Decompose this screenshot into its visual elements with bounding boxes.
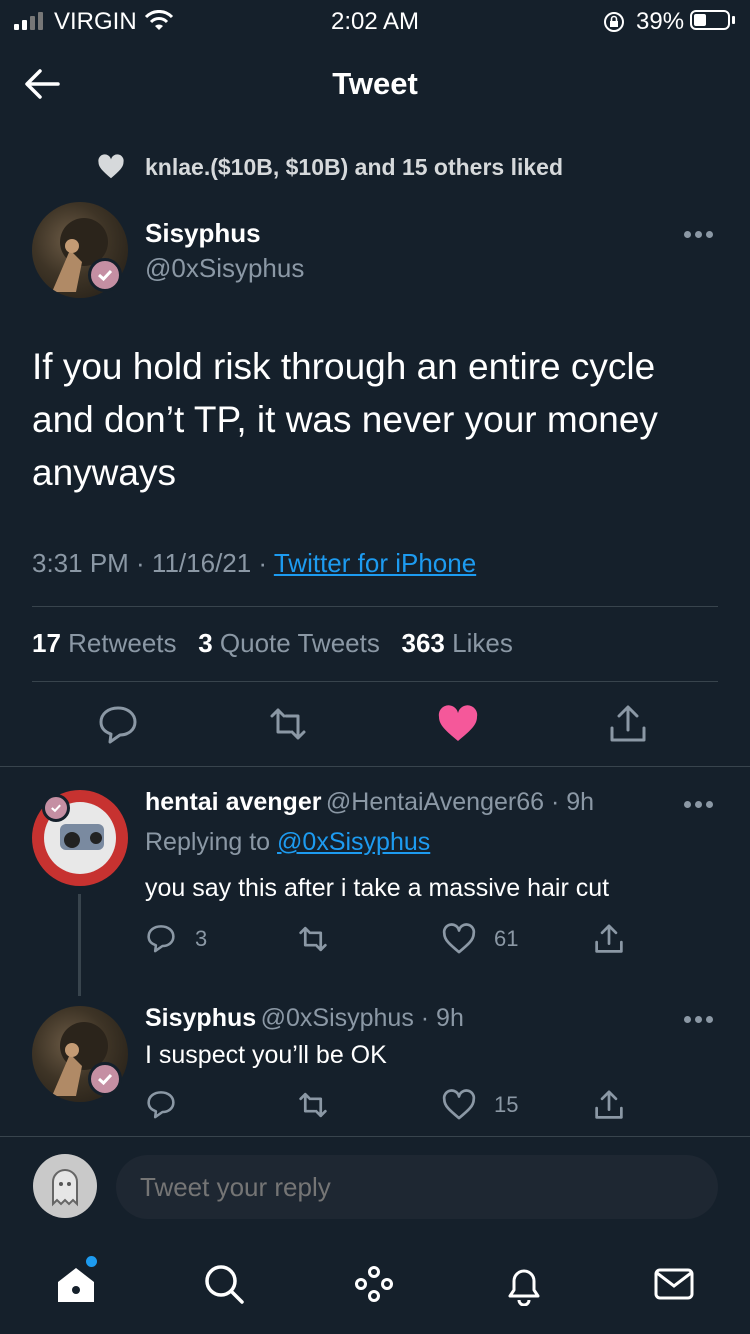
verified-badge [88, 258, 122, 292]
divider [0, 1136, 750, 1137]
battery-percent: 39% [636, 8, 685, 35]
reply-icon[interactable] [145, 1088, 177, 1120]
spaces-icon[interactable] [352, 1262, 396, 1306]
user-avatar[interactable] [33, 1154, 97, 1218]
unread-dot [86, 1256, 97, 1267]
like-count: 15 [494, 1092, 519, 1117]
verified-badge [42, 794, 70, 822]
like-icon[interactable] [442, 1088, 476, 1122]
thread-line [78, 894, 81, 996]
heart-icon [98, 154, 124, 179]
reply-author-name[interactable]: hentai avenger [145, 788, 321, 816]
tweet-meta: 3:31 PM · 11/16/21 · Twitter for iPhone [32, 548, 476, 579]
reply-header: hentai avenger @HentaiAvenger66 · 9h [145, 788, 594, 817]
home-icon[interactable] [54, 1262, 98, 1306]
verified-badge [88, 1062, 122, 1096]
like-count: 61 [494, 926, 519, 951]
social-context-text[interactable]: knlae.($10B, $10B) and 15 others liked [145, 154, 563, 181]
battery-icon [690, 10, 730, 30]
likes-stat[interactable]: 363 Likes [402, 628, 513, 658]
reply-author-meta[interactable]: @HentaiAvenger66 · 9h [326, 788, 594, 816]
reply-text: you say this after i take a massive hair… [145, 874, 610, 902]
tweet-timestamp: 3:31 PM · 11/16/21 · [32, 548, 274, 578]
divider [32, 681, 718, 682]
retweets-stat[interactable]: 17 Retweets [32, 628, 177, 658]
divider [32, 606, 718, 607]
tweet-stats: 17 Retweets 3 Quote Tweets 363 Likes [32, 628, 513, 659]
more-options-icon[interactable] [684, 1016, 714, 1024]
tweet-source-link[interactable]: Twitter for iPhone [274, 548, 476, 578]
retweet-icon[interactable] [296, 922, 330, 956]
ghost-avatar-art [52, 1169, 78, 1207]
messages-icon[interactable] [652, 1262, 696, 1306]
like-icon[interactable] [442, 922, 476, 956]
share-icon[interactable] [592, 922, 626, 956]
battery-nub [732, 16, 735, 24]
retweet-icon[interactable] [296, 1088, 330, 1122]
author-name[interactable]: Sisyphus [145, 218, 261, 249]
tweet-text: If you hold risk through an entire cycle… [32, 346, 658, 493]
share-icon[interactable] [592, 1088, 626, 1122]
reply-input[interactable] [116, 1155, 718, 1219]
more-options-icon[interactable] [684, 231, 714, 239]
page-title: Tweet [332, 66, 418, 101]
reply-author-name[interactable]: Sisyphus [145, 1004, 256, 1032]
reply-count: 3 [195, 926, 208, 951]
reply-author-meta[interactable]: @0xSisyphus · 9h [261, 1004, 464, 1032]
replying-to: Replying to @0xSisyphus [145, 828, 431, 856]
reply-icon[interactable] [145, 922, 177, 954]
reply-header: Sisyphus @0xSisyphus · 9h [145, 1004, 464, 1033]
reply-icon[interactable] [96, 702, 140, 746]
author-handle[interactable]: @0xSisyphus [145, 253, 304, 284]
divider [0, 766, 750, 767]
quote-tweets-stat[interactable]: 3 Quote Tweets [198, 628, 380, 658]
status-bar: VIRGIN 2:02 AM 39% [0, 0, 750, 42]
more-options-icon[interactable] [684, 801, 714, 809]
share-icon[interactable] [606, 702, 650, 746]
orientation-lock-icon [604, 12, 624, 32]
retweet-icon[interactable] [266, 702, 310, 746]
replying-to-handle-link[interactable]: @0xSisyphus [277, 828, 430, 856]
search-icon[interactable] [202, 1262, 246, 1306]
like-icon[interactable] [436, 702, 480, 746]
notifications-icon[interactable] [502, 1262, 546, 1306]
reply-text: I suspect you’ll be OK [145, 1041, 387, 1069]
